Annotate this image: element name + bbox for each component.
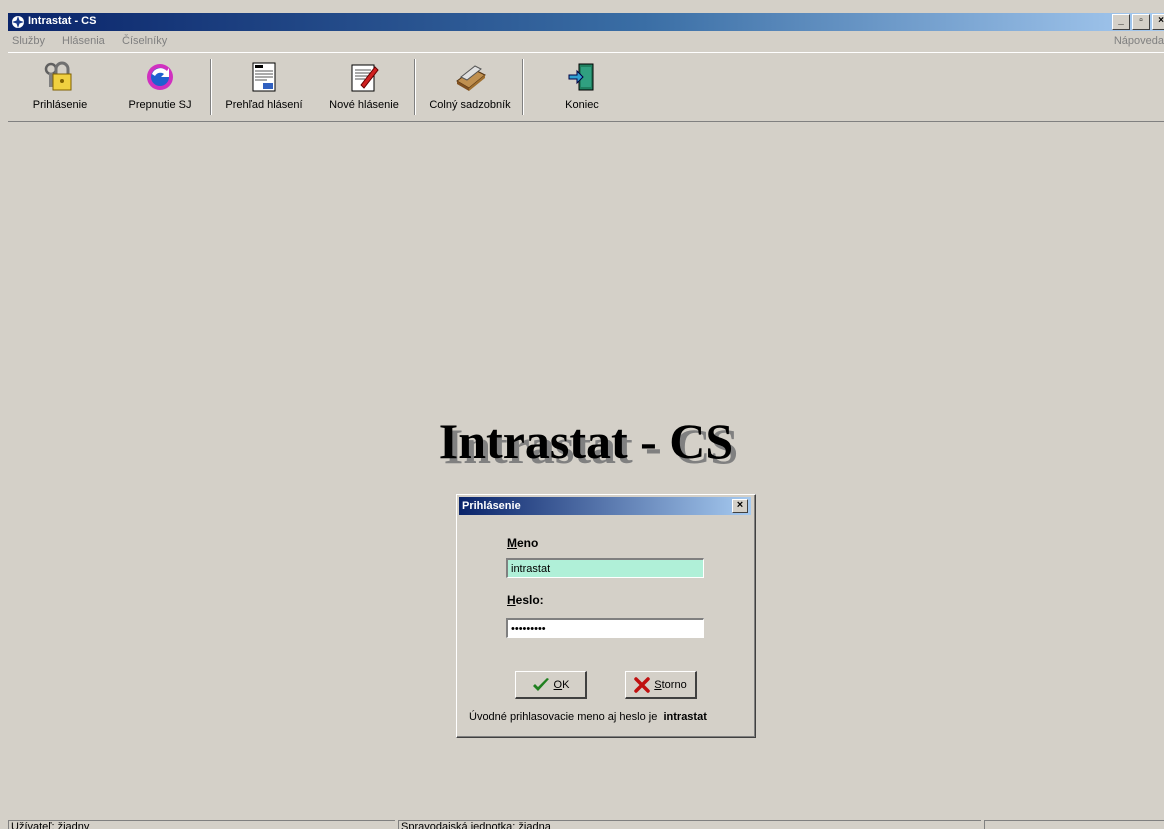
- ok-label: OK: [553, 678, 570, 691]
- padlock-icon: [44, 61, 72, 91]
- dialog-close-button[interactable]: ×: [732, 499, 748, 513]
- toolbar-separator: [522, 59, 524, 115]
- cross-icon: [634, 676, 651, 693]
- login-hint: Úvodné prihlasovacie meno aj heslo je in…: [469, 711, 707, 723]
- password-input[interactable]: [506, 618, 704, 638]
- new-report-icon: [351, 64, 379, 92]
- status-unit: Spravodajská jednotka: žiadna: [398, 820, 981, 829]
- menu-bar: Služby Hlásenia Číselníky Nápoveda: [8, 32, 1164, 50]
- dialog-title: Prihlásenie: [462, 500, 521, 512]
- status-bar: Užívateľ: žiadny Spravodajská jednotka: …: [8, 819, 1164, 829]
- window-controls: _ ▫ ×: [1112, 14, 1164, 30]
- exit-toolbar-button[interactable]: Koniec: [536, 61, 628, 119]
- menu-services[interactable]: Služby: [12, 35, 45, 47]
- status-extra: [984, 820, 1164, 829]
- checkmark-icon: [532, 677, 549, 691]
- title-bar: Intrastat - CS _ ▫ ×: [8, 13, 1164, 31]
- menu-codelists[interactable]: Číselníky: [122, 35, 167, 47]
- exit-label: Koniec: [565, 99, 599, 111]
- exit-door-icon: [568, 63, 594, 91]
- name-label: Meno: [507, 536, 539, 550]
- reports-overview-label: Prehľad hlásení: [225, 99, 303, 111]
- password-label: Heslo:: [507, 593, 544, 607]
- toolbar: Prihlásenie Prepnutie SJ Prehľad hlásení: [8, 52, 1164, 122]
- toolbar-separator: [210, 59, 212, 115]
- app-icon: [12, 16, 24, 28]
- menu-help[interactable]: Nápoveda: [1114, 35, 1164, 47]
- toolbar-separator: [414, 59, 416, 115]
- menu-reports[interactable]: Hlásenia: [62, 35, 105, 47]
- switch-unit-label: Prepnutie SJ: [128, 99, 192, 111]
- cancel-button[interactable]: Storno: [625, 671, 697, 699]
- minimize-button[interactable]: _: [1112, 14, 1130, 30]
- ok-button[interactable]: OK: [515, 671, 587, 699]
- restore-button[interactable]: ▫: [1132, 14, 1150, 30]
- reports-overview-toolbar-button[interactable]: Prehľad hlásení: [214, 61, 314, 119]
- window-title: Intrastat - CS: [28, 15, 97, 27]
- new-report-toolbar-button[interactable]: Nové hlásenie: [316, 61, 412, 119]
- login-label: Prihlásenie: [32, 99, 88, 111]
- cancel-label: Storno: [654, 678, 687, 691]
- dialog-title-bar: Prihlásenie ×: [459, 497, 751, 515]
- name-input[interactable]: [506, 558, 704, 578]
- customs-tariff-toolbar-button[interactable]: Colný sadzobník: [418, 61, 522, 119]
- report-document-icon: [252, 62, 276, 92]
- new-report-label: Nové hlásenie: [329, 99, 399, 111]
- tariff-book-icon: [456, 65, 486, 91]
- customs-tariff-label: Colný sadzobník: [429, 99, 511, 111]
- switch-unit-toolbar-button[interactable]: Prepnutie SJ: [112, 61, 208, 119]
- login-dialog: Prihlásenie × Meno Heslo: OK Storno Úvod…: [456, 494, 756, 738]
- status-user: Užívateľ: žiadny: [8, 820, 395, 829]
- close-button[interactable]: ×: [1152, 14, 1164, 30]
- switch-icon: [147, 64, 173, 90]
- login-toolbar-button[interactable]: Prihlásenie: [8, 61, 112, 119]
- app-heading: Intrastat - CS: [438, 413, 734, 469]
